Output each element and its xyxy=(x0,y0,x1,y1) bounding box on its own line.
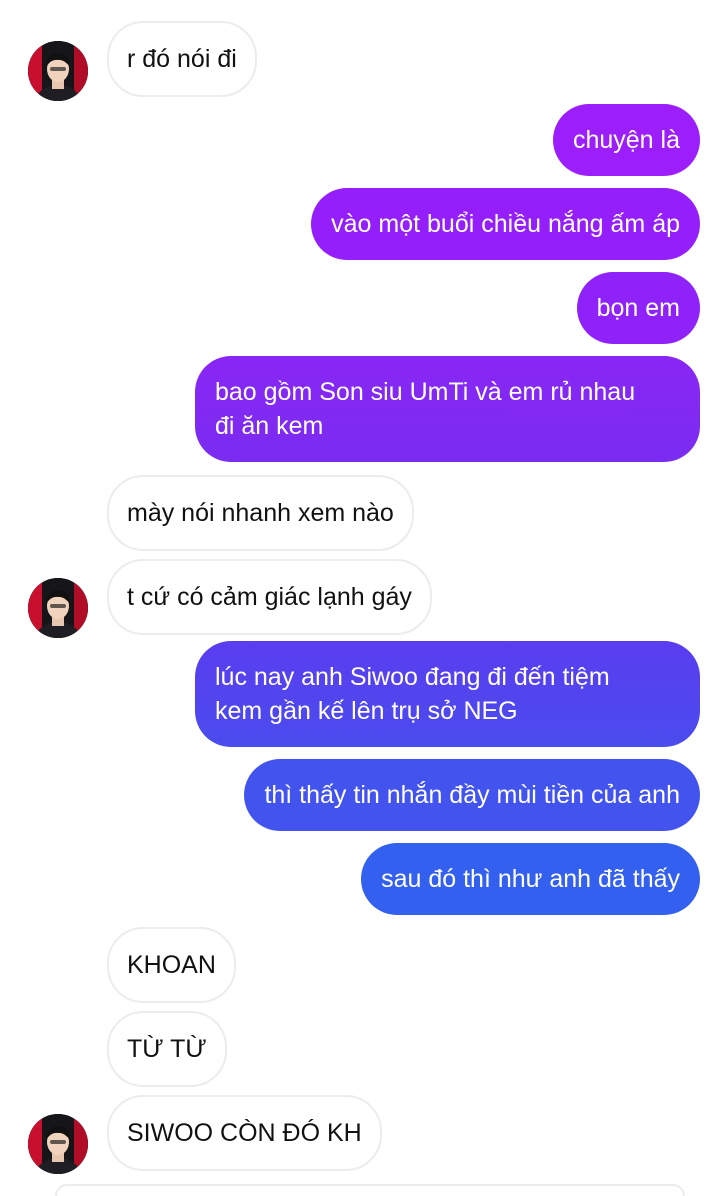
message-text-line: lúc nay anh Siwoo đang đi đến tiệm xyxy=(215,663,610,691)
message-bubble-received[interactable]: t cứ có cảm giác lạnh gáy xyxy=(107,559,432,635)
message-text: bọn em xyxy=(596,294,680,322)
message-bubble-sent[interactable]: thì thấy tin nhắn đầy mùi tiền của anh xyxy=(244,759,700,831)
message-bubble-sent[interactable]: bọn em xyxy=(576,272,700,344)
message-text: chuyện là xyxy=(572,126,680,154)
message-text: t cứ có cảm giác lạnh gáy xyxy=(127,583,412,611)
message-text: sau đó thì như anh đã thấy xyxy=(381,865,680,893)
message-text: SIWOO CÒN ĐÓ KH xyxy=(127,1119,362,1147)
contact-avatar[interactable] xyxy=(28,1114,88,1174)
message-text: thì thấy tin nhắn đầy mùi tiền của anh xyxy=(264,781,680,809)
message-bubble-sent[interactable]: vào một buổi chiều nắng ấm áp xyxy=(311,188,700,260)
message-text-line: đi ăn kem xyxy=(215,412,324,440)
message-text: TỪ TỪ xyxy=(127,1035,207,1063)
composer-edge xyxy=(55,1184,685,1196)
message-bubble-sent[interactable]: chuyện là xyxy=(552,104,700,176)
message-text-line: bao gồm Son siu UmTi và em rủ nhau xyxy=(215,378,636,406)
message-bubble-received[interactable]: SIWOO CÒN ĐÓ KH xyxy=(107,1095,382,1171)
message-text-line: kem gần kế lên trụ sở NEG xyxy=(215,697,518,725)
message-bubble-sent[interactable]: lúc nay anh Siwoo đang đi đến tiệm kem g… xyxy=(195,641,700,747)
contact-avatar[interactable] xyxy=(28,578,88,638)
message-text: KHOAN xyxy=(127,951,216,979)
message-bubble-received[interactable]: mày nói nhanh xem nào xyxy=(107,475,414,551)
message-text: mày nói nhanh xem nào xyxy=(127,499,394,527)
message-bubble-sent[interactable]: bao gồm Son siu UmTi và em rủ nhau đi ăn… xyxy=(195,356,700,462)
avatar-image xyxy=(28,41,88,101)
message-text: vào một buổi chiều nắng ấm áp xyxy=(331,210,680,238)
contact-avatar[interactable] xyxy=(28,41,88,101)
avatar-image xyxy=(28,1114,88,1174)
message-bubble-received[interactable]: TỪ TỪ xyxy=(107,1011,227,1087)
avatar-image xyxy=(28,578,88,638)
message-bubble-sent[interactable]: sau đó thì như anh đã thấy xyxy=(361,843,700,915)
message-bubble-received[interactable]: KHOAN xyxy=(107,927,236,1003)
message-text: r đó nói đi xyxy=(127,45,237,73)
message-bubble-received[interactable]: r đó nói đi xyxy=(107,21,257,97)
